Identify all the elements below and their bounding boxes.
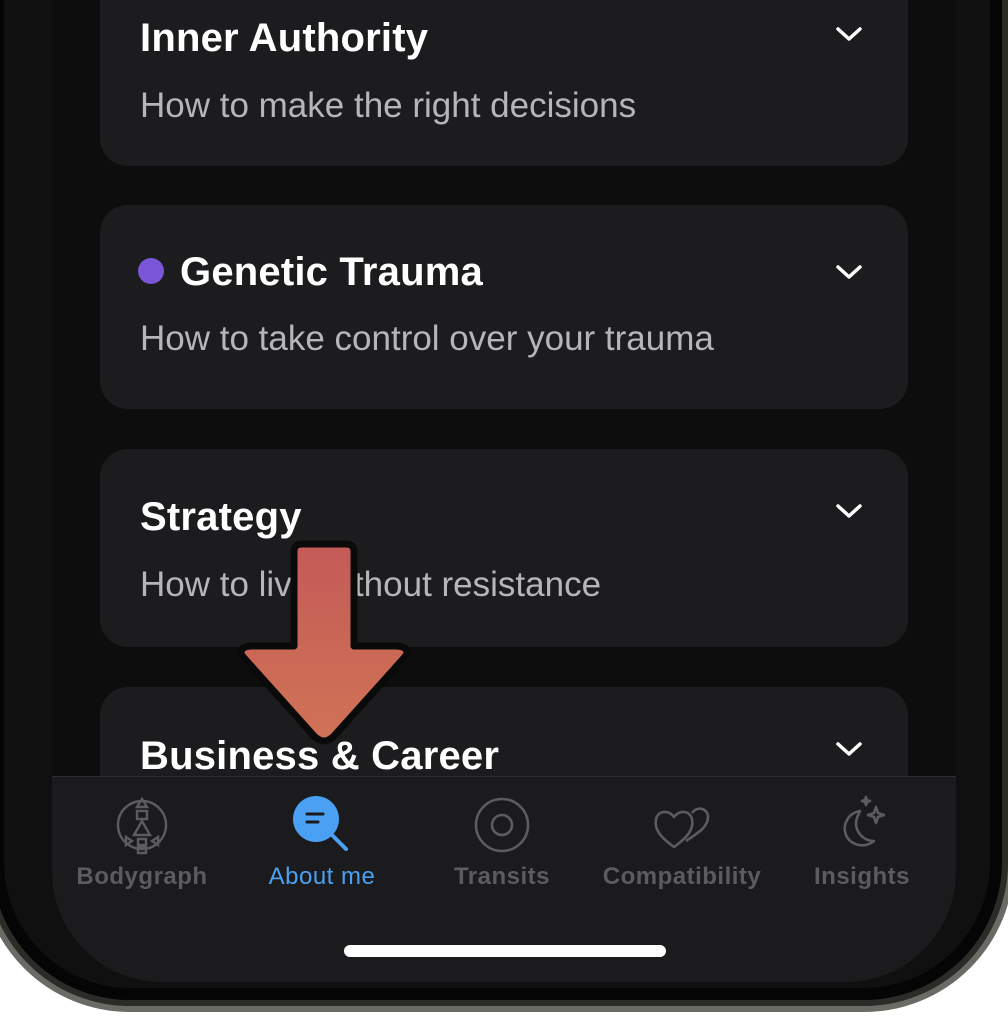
tab-label: Compatibility <box>602 863 762 890</box>
card-inner-authority[interactable]: Inner Authority How to make the right de… <box>100 0 908 166</box>
home-indicator[interactable] <box>344 945 666 957</box>
card-strategy[interactable]: Strategy How to live without resistance <box>100 449 908 647</box>
new-badge-dot <box>138 258 164 284</box>
card-subtitle: How to make the right decisions <box>140 86 637 125</box>
tab-about-me[interactable]: About me <box>232 777 412 897</box>
app-screen: Inner Authority How to make the right de… <box>52 0 956 982</box>
tab-label: Bodygraph <box>76 863 208 890</box>
tab-label: Transits <box>453 863 551 890</box>
card-title: Strategy <box>140 495 302 539</box>
hearts-icon <box>654 807 710 849</box>
tab-insights[interactable]: Insights <box>772 777 952 897</box>
tab-transits[interactable]: Transits <box>412 777 592 897</box>
card-title: Inner Authority <box>140 16 429 60</box>
tab-compatibility[interactable]: Compatibility <box>592 777 772 897</box>
chevron-down-icon[interactable] <box>834 262 864 282</box>
about-me-content: Inner Authority How to make the right de… <box>52 0 956 776</box>
chevron-down-icon[interactable] <box>834 739 864 759</box>
card-title: Genetic Trauma <box>180 250 483 294</box>
tab-label: About me <box>268 863 376 890</box>
chevron-down-icon[interactable] <box>834 24 864 44</box>
tab-bodygraph[interactable]: Bodygraph <box>52 777 232 897</box>
chevron-down-icon[interactable] <box>834 501 864 521</box>
card-subtitle: How to take control over your trauma <box>140 319 714 358</box>
card-genetic-trauma[interactable]: Genetic Trauma How to take control over … <box>100 205 908 409</box>
annotation-arrow-down-icon <box>237 540 411 745</box>
about-me-search-icon <box>293 796 348 851</box>
moon-stars-icon <box>843 795 886 847</box>
bodygraph-icon <box>116 796 168 855</box>
card-business-career[interactable]: Business & Career <box>100 687 908 776</box>
tab-label: Insights <box>813 863 910 890</box>
transits-target-icon <box>474 797 530 853</box>
